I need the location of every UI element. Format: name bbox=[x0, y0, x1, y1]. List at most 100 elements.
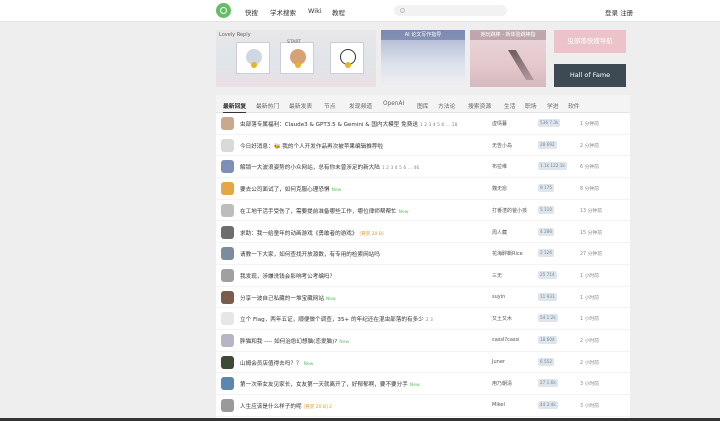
banner-ai-paper[interactable]: AI 论文写作指导 bbox=[381, 30, 465, 87]
tab-workplace[interactable]: 职场 bbox=[525, 101, 537, 110]
topic-author[interactable]: 打番渣的爸小孩 bbox=[492, 207, 527, 214]
tab-latest-post[interactable]: 最新发表 bbox=[289, 101, 312, 110]
topic-title[interactable]: 分享一波自己私藏的一堆宝藏网站 New bbox=[240, 294, 336, 302]
nav-item-tutorial[interactable]: 教程 bbox=[332, 7, 345, 17]
topic-title[interactable]: 我发现，涉嫌洗钱会影响考公考编吗？ bbox=[240, 272, 335, 280]
topic-title[interactable]: 求助：我一给童年的动画游戏《勇敢者的游戏》 [悬赏 20 B] bbox=[240, 229, 384, 237]
tab-openai[interactable]: OpenAI bbox=[383, 101, 404, 107]
user-avatar[interactable] bbox=[221, 203, 234, 217]
topic-title-text[interactable]: 解锁一大波浪姿势的小众网站，总有你未曾涉足的新大陆 bbox=[240, 165, 380, 171]
topic-title[interactable]: 在工地干活手受伤了，需要提前准备哪些工作，哪位律师帮帮忙 New bbox=[240, 207, 408, 215]
topic-row[interactable]: 我发现，涉嫌洗钱会影响考公考编吗？ 三无 25 714 1 小时前 bbox=[216, 265, 630, 287]
topic-author[interactable]: 花海醉嘶Rice bbox=[492, 250, 523, 257]
topic-title[interactable]: 请教一下大家，如何查找开放源数，有专用的检索网站吗 bbox=[240, 250, 380, 258]
topic-author[interactable]: cassl?cassi bbox=[492, 337, 519, 343]
tab-nodes[interactable]: 节点 bbox=[324, 101, 336, 110]
topic-title[interactable]: 山姆会员店值得去吗？？ New bbox=[240, 359, 313, 367]
user-avatar[interactable] bbox=[221, 247, 234, 261]
topic-author[interactable]: 无告小岛 bbox=[492, 142, 512, 149]
topic-row[interactable]: 立个 Flag，两年五证，顺便做个调查，35+ 的年纪还在混虫部落的有多少 2 3… bbox=[216, 308, 630, 330]
tab-methodology[interactable]: 方法论 bbox=[438, 101, 455, 110]
topic-title-text[interactable]: 第一次带女友见家长，女友第一天就离开了，好郁郁啊，要不要分手 bbox=[240, 382, 408, 388]
last-reply-time: 8 分钟前 bbox=[580, 187, 599, 193]
topic-author[interactable]: suyin bbox=[492, 294, 505, 300]
topic-title-text[interactable]: 要去公司面试了，如何克服心理恐惧 bbox=[240, 187, 330, 193]
topic-author[interactable]: Juner bbox=[492, 359, 505, 365]
topic-row[interactable]: 求助：我一给童年的动画游戏《勇敢者的游戏》 [悬赏 20 B] 周人藏 4 286 15… bbox=[216, 222, 630, 244]
banner-lovely-reply[interactable]: Lovely Reply START bbox=[216, 30, 376, 87]
topic-title-text[interactable]: 人生应该是什么样子的呢 bbox=[240, 404, 302, 410]
topic-author[interactable]: Mikel bbox=[492, 402, 505, 408]
topic-title-tail: New bbox=[325, 296, 336, 302]
topic-title-text[interactable]: 山姆会员店值得去吗？？ bbox=[240, 361, 302, 367]
user-avatar[interactable] bbox=[221, 182, 234, 196]
topic-title-text[interactable]: 我发现，涉嫌洗钱会影响考公考编吗？ bbox=[240, 274, 335, 280]
topic-title[interactable]: 解锁一大波浪姿势的小众网站，总有你未曾涉足的新大陆 1 2 3 4 5 6 … 4… bbox=[240, 163, 419, 171]
tab-search-resources[interactable]: 搜索资源 bbox=[468, 101, 491, 110]
topic-author[interactable]: 魏无愈 bbox=[492, 185, 507, 192]
topic-row[interactable]: 解锁一大波浪姿势的小众网站，总有你未曾涉足的新大陆 1 2 3 4 5 6 … 4… bbox=[216, 156, 630, 179]
topic-row[interactable]: 人生应该是什么样子的呢 [悬赏 20 B] 2 Mikel 44 3.4k 3 小时前 bbox=[216, 395, 630, 417]
topic-row[interactable]: 要去公司面试了，如何克服心理恐惧 New 魏无愈 9 175 8 分钟前 bbox=[216, 178, 630, 200]
hall-of-fame-button[interactable]: Hall of Fame bbox=[554, 64, 626, 87]
topic-author[interactable]: 虚情暮 bbox=[492, 120, 507, 127]
user-avatar[interactable] bbox=[221, 290, 234, 304]
search-input[interactable] bbox=[408, 6, 502, 15]
topic-title[interactable]: 第一次带女友见家长，女友第一天就离开了，好郁郁啊，要不要分手 New bbox=[240, 380, 420, 388]
user-avatar[interactable] bbox=[221, 312, 234, 326]
tab-discover-channel[interactable]: 发现频道 bbox=[349, 101, 372, 110]
tab-software[interactable]: 软件 bbox=[568, 101, 580, 110]
topic-title-text[interactable]: 胖猫和我 ---- 如何治愈幻想脑(恋爱脑)? bbox=[240, 339, 337, 345]
quick-search-nav-button[interactable]: 虫部落快搜导航 bbox=[554, 30, 626, 53]
tab-latest-hot[interactable]: 最新热门 bbox=[256, 101, 279, 110]
topic-title-text[interactable]: 立个 Flag，两年五证，顺便做个调查，35+ 的年纪还在混虫部落的有多少 bbox=[240, 317, 424, 323]
topic-row[interactable]: 请教一下大家，如何查找开放源数，有专用的检索网站吗 花海醉嘶Rice 2 126 27… bbox=[216, 243, 630, 265]
topic-row[interactable]: 胖猫和我 ---- 如何治愈幻想脑(恋爱脑)? New cassl?cassi 18 … bbox=[216, 330, 630, 352]
user-avatar[interactable] bbox=[221, 138, 234, 152]
nav-item-wiki[interactable]: Wiki bbox=[308, 7, 322, 15]
user-avatar[interactable] bbox=[221, 399, 234, 413]
topic-row[interactable]: 分享一波自己私藏的一堆宝藏网站 New suyin 11 931 1 小时前 bbox=[216, 287, 630, 309]
topic-title[interactable]: 人生应该是什么样子的呢 [悬赏 20 B] 2 bbox=[240, 402, 332, 410]
topic-title[interactable]: 虫部落专属福利：Claude3 & GPT3.5 & Gemini & 国内大模… bbox=[240, 120, 457, 128]
tab-study[interactable]: 学进 bbox=[547, 101, 559, 110]
user-avatar[interactable] bbox=[221, 377, 234, 391]
nav-item-quick-search[interactable]: 快搜 bbox=[245, 7, 258, 17]
topic-title-text[interactable]: 分享一波自己私藏的一堆宝藏网站 bbox=[240, 296, 324, 302]
user-avatar[interactable] bbox=[221, 355, 234, 369]
user-avatar[interactable] bbox=[221, 117, 234, 130]
topic-title[interactable]: 要去公司面试了，如何克服心理恐惧 New bbox=[240, 185, 341, 193]
topic-title-text[interactable]: 虫部落专属福利：Claude3 & GPT3.5 & Gemini & 国内大模… bbox=[240, 122, 418, 128]
topic-row[interactable]: 山姆会员店值得去吗？？ New Juner 6 552 2 小时前 bbox=[216, 352, 630, 374]
topic-author[interactable]: 布拉维 bbox=[492, 163, 507, 170]
user-avatar[interactable] bbox=[221, 225, 234, 239]
tab-latest-reply[interactable]: 最新回复 bbox=[223, 101, 247, 113]
topic-title-text[interactable]: 求助：我一给童年的动画游戏《勇敢者的游戏》 bbox=[240, 231, 357, 237]
topic-title-tail: 1 2 3 4 5 6 … 46 bbox=[381, 166, 420, 172]
login-register-link[interactable]: 登录 注册 bbox=[605, 7, 633, 17]
topic-row[interactable]: 在工地干活手受伤了，需要提前准备哪些工作，哪位律师帮帮忙 New 打番渣的爸小孩 5 … bbox=[216, 200, 630, 222]
site-logo-icon[interactable] bbox=[216, 3, 231, 18]
user-avatar[interactable] bbox=[221, 268, 234, 282]
topic-author[interactable]: 周人藏 bbox=[492, 229, 507, 236]
search-box[interactable] bbox=[394, 5, 507, 16]
reply-view-count-badge: 11 931 bbox=[538, 292, 557, 301]
topic-title[interactable]: 今日好消息：🐝 我的个人开发作品再次被苹果编辑推荐啦 bbox=[240, 142, 383, 150]
topic-title[interactable]: 胖猫和我 ---- 如何治愈幻想脑(恋爱脑)? New bbox=[240, 337, 349, 345]
tab-life[interactable]: 生活 bbox=[504, 101, 516, 110]
topic-row[interactable]: 第一次带女友见家长，女友第一天就离开了，好郁郁啊，要不要分手 New 用乃朝清 27 … bbox=[216, 373, 630, 396]
topic-row[interactable]: 虫部落专属福利：Claude3 & GPT3.5 & Gemini & 国内大模… bbox=[216, 113, 630, 135]
user-avatar[interactable] bbox=[221, 160, 234, 174]
topic-row[interactable]: 今日好消息：🐝 我的个人开发作品再次被苹果编辑推荐啦 无告小岛 28 692 2 分钟… bbox=[216, 135, 630, 157]
topic-title[interactable]: 立个 Flag，两年五证，顺便做个调查，35+ 的年纪还在混虫部落的有多少 2 3 bbox=[240, 315, 433, 323]
nav-item-academic-search[interactable]: 学术搜索 bbox=[270, 7, 296, 17]
banner-ski-jump[interactable]: 她玩跳棒 - 新体验跳棒指 bbox=[470, 30, 546, 87]
topic-title-text[interactable]: 请教一下大家，如何查找开放源数，有专用的检索网站吗 bbox=[240, 252, 380, 258]
tab-gallery[interactable]: 图库 bbox=[417, 101, 429, 110]
user-avatar[interactable] bbox=[221, 334, 234, 347]
topic-author[interactable]: 三无 bbox=[492, 272, 502, 279]
topic-author[interactable]: 用乃朝清 bbox=[492, 380, 512, 387]
topic-title-text[interactable]: 在工地干活手受伤了，需要提前准备哪些工作，哪位律师帮帮忙 bbox=[240, 209, 397, 215]
topic-title-text[interactable]: 今日好消息：🐝 我的个人开发作品再次被苹果编辑推荐啦 bbox=[240, 144, 383, 150]
topic-author[interactable]: 又土又木 bbox=[492, 315, 512, 322]
